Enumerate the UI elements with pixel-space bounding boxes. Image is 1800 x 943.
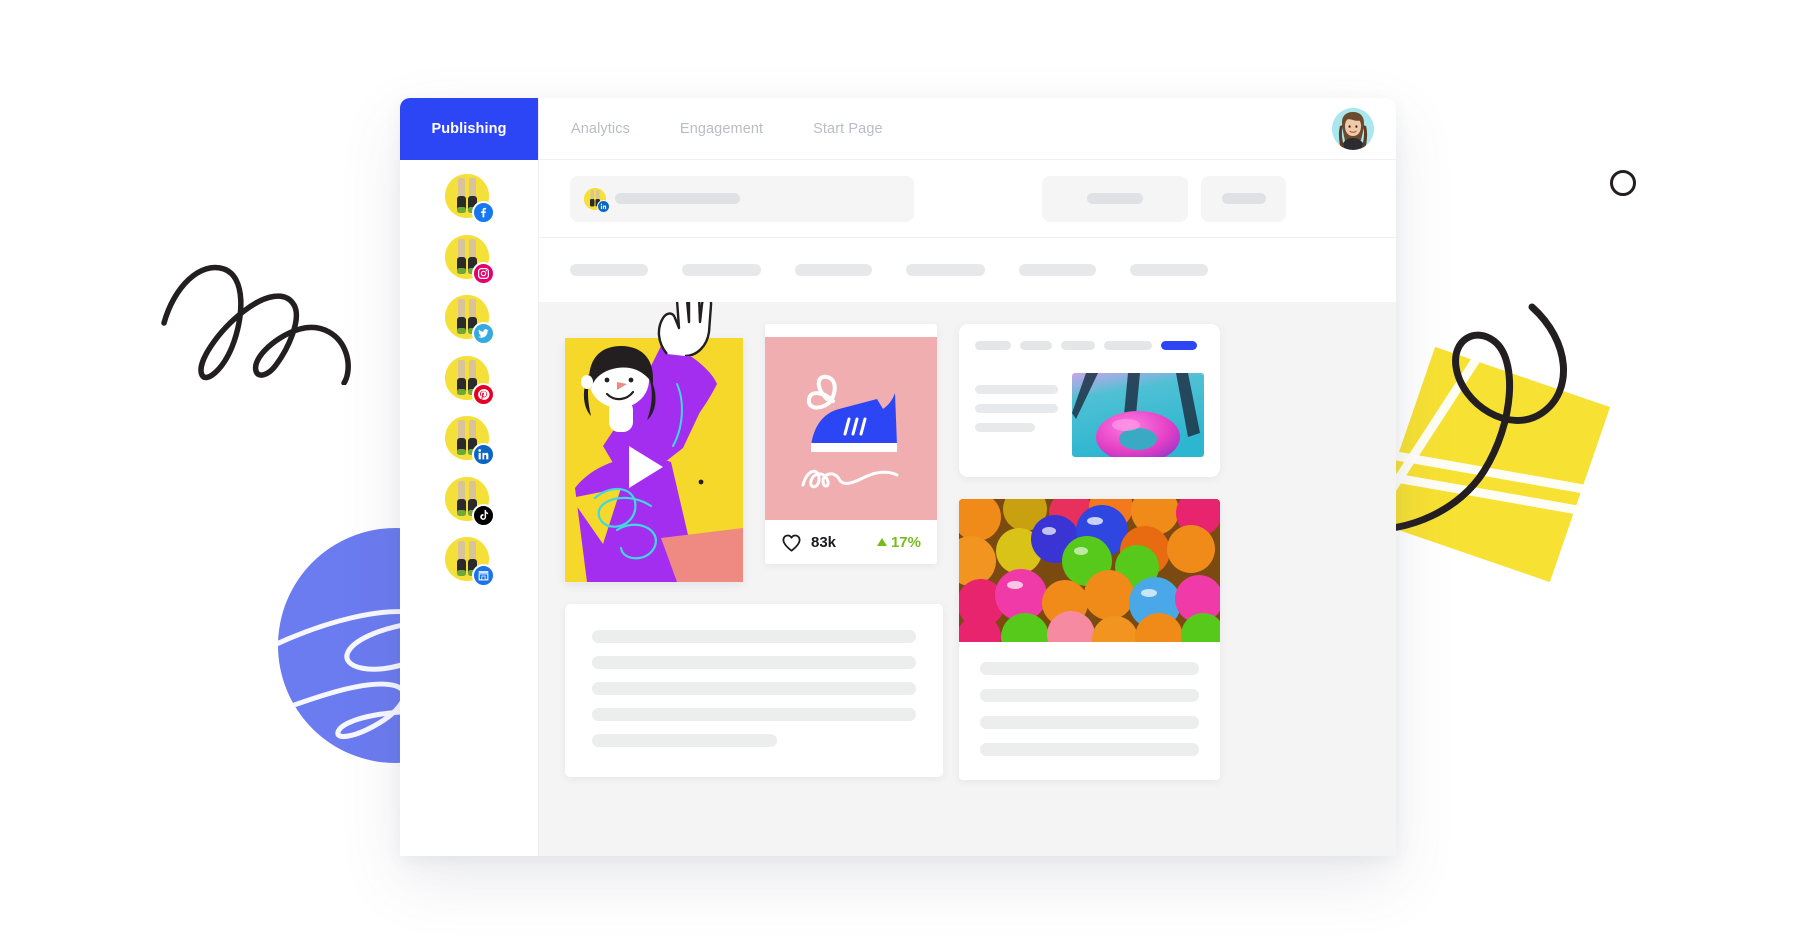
- composer-row: [539, 160, 1396, 238]
- triangle-up-icon: [876, 538, 887, 546]
- topbar: Analytics Engagement Start Page: [539, 98, 1396, 160]
- link-card-lines: [975, 373, 1058, 457]
- publishing-tab-label: Publishing: [431, 121, 507, 137]
- main-content: Analytics Engagement Start Page 83k 17%: [539, 98, 1396, 856]
- sidebar-item-publishing[interactable]: Publishing: [400, 98, 538, 160]
- skeleton-line: [980, 689, 1199, 702]
- text-post-card[interactable]: [565, 604, 943, 777]
- sidebar-account-pinterest[interactable]: [445, 355, 495, 406]
- hand-doodle-icon: [657, 302, 713, 356]
- board-column: [565, 302, 943, 777]
- filter-chip[interactable]: [906, 264, 985, 276]
- sidebar-account-tiktok[interactable]: [445, 476, 495, 527]
- linkedin-icon: [597, 199, 610, 213]
- photo-post-card[interactable]: [959, 499, 1220, 780]
- app-window: Publishing Analytics Engagement Start Pa…: [400, 98, 1396, 856]
- skeleton-line: [592, 682, 916, 695]
- twitter-icon: [472, 322, 495, 345]
- filter-row: [539, 238, 1396, 302]
- tab-analytics[interactable]: Analytics: [571, 121, 630, 137]
- filter-chip[interactable]: [795, 264, 872, 276]
- video-post[interactable]: [565, 302, 743, 582]
- link-card-tabs: [975, 341, 1204, 350]
- sidebar-account-instagram[interactable]: [445, 234, 495, 285]
- squiggle-doodle-icon: [161, 264, 351, 385]
- composer-account-avatar: [584, 187, 610, 213]
- skeleton-line: [980, 743, 1199, 756]
- link-card-tab[interactable]: [1104, 341, 1152, 350]
- post-stats: 83k 17%: [765, 520, 937, 564]
- sneaker-post[interactable]: 83k 17%: [765, 324, 937, 564]
- pinterest-icon: [472, 382, 495, 406]
- composer-input[interactable]: [570, 175, 914, 222]
- likes-count: 83k: [811, 533, 837, 551]
- post-image: [959, 499, 1220, 642]
- growth-indicator: 17%: [876, 533, 921, 551]
- sidebar-account-twitter[interactable]: [445, 295, 495, 345]
- tab-engagement[interactable]: Engagement: [680, 121, 763, 137]
- card-header: [765, 324, 937, 337]
- link-card-tab[interactable]: [975, 341, 1011, 350]
- skeleton-line: [975, 423, 1035, 432]
- account-list: [400, 160, 538, 587]
- button-label: [1087, 193, 1143, 204]
- composer-action-primary[interactable]: [1042, 175, 1188, 222]
- skeleton-line: [975, 385, 1058, 394]
- skeleton-line: [592, 734, 777, 747]
- sidebar-account-facebook[interactable]: [445, 174, 495, 224]
- storefront-icon: [472, 564, 495, 587]
- link-card-tab-active[interactable]: [1161, 341, 1197, 350]
- composer-action-secondary[interactable]: [1201, 175, 1286, 222]
- skeleton-line: [975, 404, 1058, 413]
- facebook-icon: [472, 201, 495, 224]
- filter-chip[interactable]: [570, 264, 648, 276]
- composer-placeholder: [615, 193, 740, 204]
- skeleton-line: [980, 662, 1199, 675]
- post-image: [765, 337, 937, 520]
- button-label: [1221, 193, 1266, 204]
- tab-start-page[interactable]: Start Page: [813, 121, 883, 137]
- board-column: [959, 324, 1220, 780]
- yellow-square-decoration: [1374, 346, 1611, 583]
- likes-group: 83k: [781, 533, 836, 552]
- link-card-tab[interactable]: [1061, 341, 1095, 350]
- link-preview-card[interactable]: [959, 324, 1220, 477]
- growth-value: 17%: [890, 533, 921, 551]
- filter-chip[interactable]: [682, 264, 761, 276]
- skeleton-line: [592, 708, 916, 721]
- ring-decoration: [1610, 170, 1636, 196]
- filter-chip[interactable]: [1130, 264, 1208, 276]
- link-card-tab[interactable]: [1020, 341, 1052, 350]
- skeleton-line: [592, 630, 916, 643]
- link-thumbnail: [1072, 373, 1204, 457]
- skeleton-line: [592, 656, 916, 669]
- filter-chip[interactable]: [1019, 264, 1096, 276]
- play-button-icon[interactable]: [629, 446, 663, 488]
- heart-icon[interactable]: [781, 533, 802, 552]
- sidebar-account-google-business[interactable]: [445, 537, 495, 587]
- board-column: 83k 17%: [765, 324, 937, 564]
- sidebar: Publishing: [400, 98, 539, 856]
- photo-card-lines: [959, 642, 1220, 780]
- instagram-icon: [472, 261, 495, 285]
- page-root: Publishing Analytics Engagement Start Pa…: [0, 0, 1800, 943]
- link-card-body: [975, 373, 1204, 457]
- content-board: 83k 17%: [539, 302, 1396, 856]
- linkedin-icon: [472, 443, 495, 466]
- skeleton-line: [980, 716, 1199, 729]
- user-avatar[interactable]: [1332, 107, 1374, 150]
- tiktok-icon: [472, 503, 495, 527]
- sidebar-account-linkedin[interactable]: [445, 416, 495, 466]
